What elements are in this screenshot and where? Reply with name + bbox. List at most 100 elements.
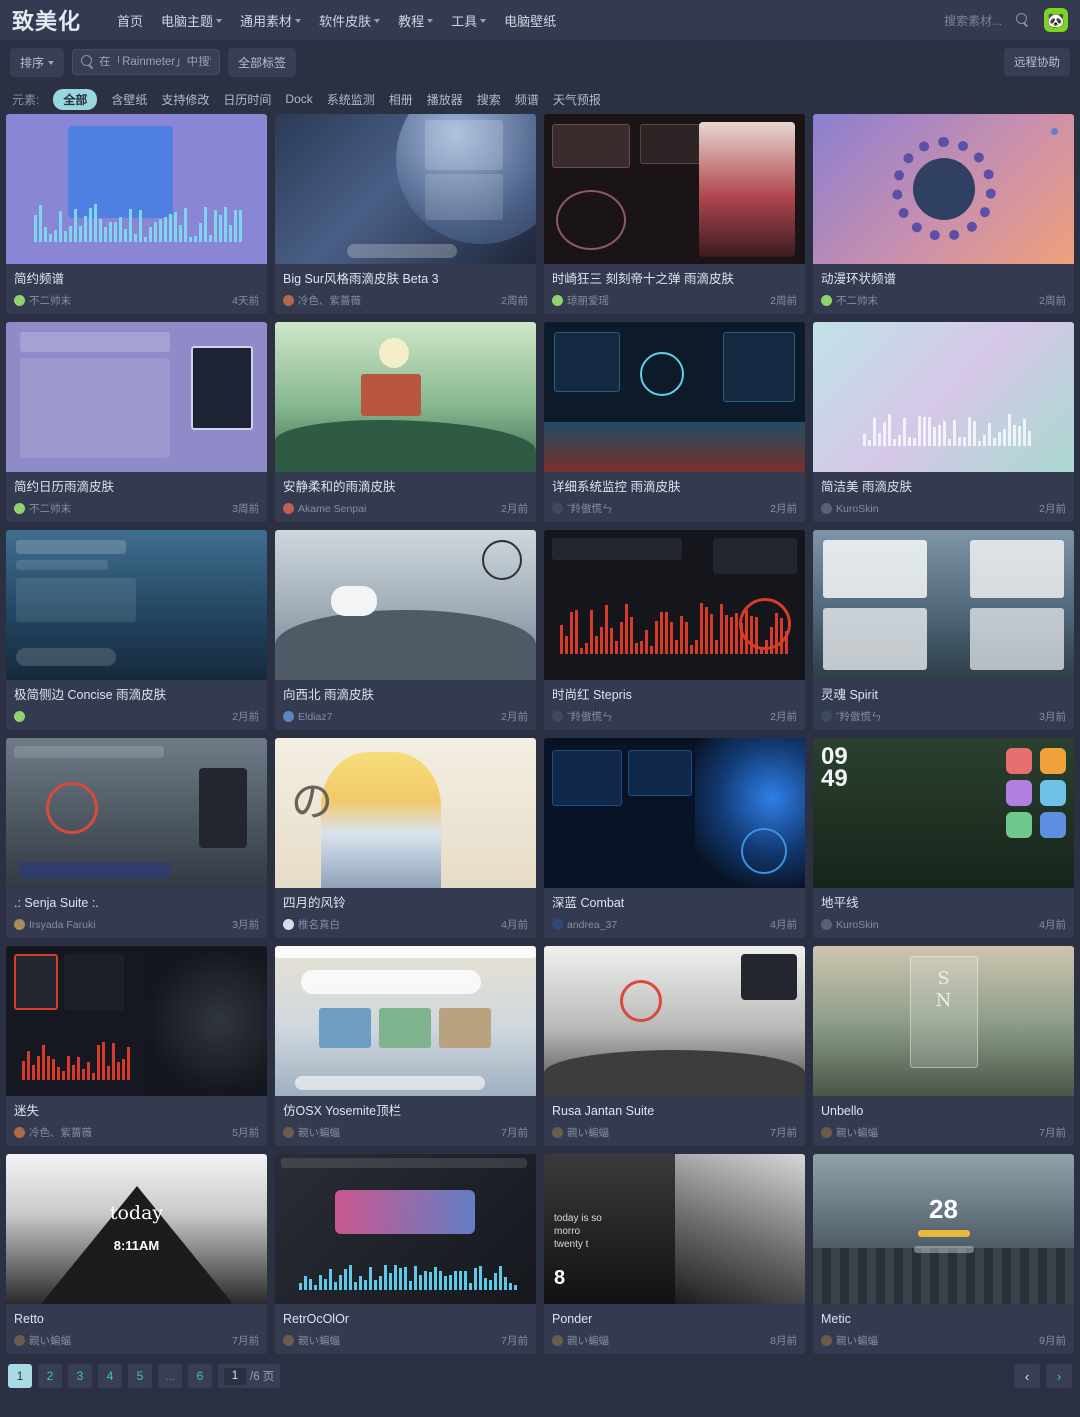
skin-title[interactable]: 地平线 bbox=[821, 895, 1066, 911]
page-button-1[interactable]: 1 bbox=[8, 1364, 32, 1388]
category-search-box[interactable] bbox=[72, 49, 221, 75]
skin-card[interactable]: 向西北 雨滴皮肤 Eldiaz7 2月前 bbox=[275, 530, 536, 730]
skin-title[interactable]: Retto bbox=[14, 1311, 259, 1327]
skin-author[interactable]: andrea_37 bbox=[552, 919, 617, 931]
page-jump-control[interactable]: /6 页 bbox=[218, 1364, 281, 1388]
skin-title[interactable]: Unbello bbox=[821, 1103, 1066, 1119]
skin-author[interactable]: 不二帅末 bbox=[14, 501, 71, 516]
skin-title[interactable]: 深蓝 Combat bbox=[552, 895, 797, 911]
skin-card[interactable]: 动漫环状频谱 不二帅末 2周前 bbox=[813, 114, 1074, 314]
skin-card[interactable]: の四月的风铃 椎名真白 4月前 bbox=[275, 738, 536, 938]
skin-card[interactable]: 仿OSX Yosemite顶栏 親い蝙蝠 7月前 bbox=[275, 946, 536, 1146]
filter-tag-calendar-time[interactable]: 日历时间 bbox=[223, 91, 271, 108]
skin-author[interactable]: 親い蝙蝠 bbox=[821, 1125, 878, 1140]
skin-author[interactable]: 冷色、紫蔷薇 bbox=[14, 1125, 92, 1140]
skin-thumbnail[interactable] bbox=[544, 738, 805, 888]
skin-thumbnail[interactable] bbox=[813, 322, 1074, 472]
skin-author[interactable]: ˇ羚傲慌ㄣ bbox=[552, 501, 613, 516]
filter-tag-weather[interactable]: 天气预报 bbox=[553, 91, 601, 108]
skin-thumbnail[interactable]: の bbox=[275, 738, 536, 888]
skin-author[interactable]: 椎名真白 bbox=[283, 917, 340, 932]
site-logo[interactable]: 致美化 bbox=[12, 4, 81, 36]
skin-author[interactable]: 冷色、紫蔷薇 bbox=[283, 293, 361, 308]
skin-title[interactable]: 简约频谱 bbox=[14, 271, 259, 287]
skin-card[interactable]: .: Senja Suite :. Irsyada Faruki 3月前 bbox=[6, 738, 267, 938]
avatar[interactable]: 🐼 bbox=[1044, 8, 1068, 32]
skin-card[interactable]: S N Unbello 親い蝙蝠 7月前 bbox=[813, 946, 1074, 1146]
skin-title[interactable]: Big Sur风格雨滴皮肤 Beta 3 bbox=[283, 271, 528, 287]
skin-thumbnail[interactable]: today 8:11AM bbox=[6, 1154, 267, 1304]
skin-title[interactable]: 时尚红 Stepris bbox=[552, 687, 797, 703]
nav-item-wallpapers[interactable]: 电脑壁纸 bbox=[504, 11, 556, 30]
skin-thumbnail[interactable] bbox=[275, 946, 536, 1096]
skin-author[interactable]: ˇ羚傲慌ㄣ bbox=[552, 709, 613, 724]
skin-card[interactable]: 安静柔和的雨滴皮肤 Akame Senpai 2月前 bbox=[275, 322, 536, 522]
page-button-4[interactable]: 4 bbox=[98, 1364, 122, 1388]
skin-title[interactable]: 迷失 bbox=[14, 1103, 259, 1119]
prev-page-button[interactable]: ‹ bbox=[1014, 1364, 1040, 1388]
skin-author[interactable]: 親い蝙蝠 bbox=[552, 1125, 609, 1140]
skin-thumbnail[interactable]: 28 bbox=[813, 1154, 1074, 1304]
skin-author[interactable]: 親い蝙蝠 bbox=[821, 1333, 878, 1348]
skin-thumbnail[interactable] bbox=[275, 1154, 536, 1304]
skin-title[interactable]: Metic bbox=[821, 1311, 1066, 1327]
skin-title[interactable]: RetrOcOlOr bbox=[283, 1311, 528, 1327]
skin-card[interactable]: today is so morro twenty t 8 Ponder 親い蝙蝠 8月前 bbox=[544, 1154, 805, 1354]
skin-title[interactable]: Rusa Jantan Suite bbox=[552, 1103, 797, 1119]
page-button-2[interactable]: 2 bbox=[38, 1364, 62, 1388]
skin-author[interactable]: Eldiaz7 bbox=[283, 711, 332, 723]
skin-card[interactable]: 极简侧边 Concise 雨滴皮肤 2月前 bbox=[6, 530, 267, 730]
skin-card[interactable]: 简约日历雨滴皮肤 不二帅末 3周前 bbox=[6, 322, 267, 522]
remote-assistance-button[interactable]: 远程协助 bbox=[1004, 48, 1070, 76]
page-button-3[interactable]: 3 bbox=[68, 1364, 92, 1388]
skin-card[interactable]: 详细系统监控 雨滴皮肤 ˇ羚傲慌ㄣ 2月前 bbox=[544, 322, 805, 522]
skin-thumbnail[interactable] bbox=[544, 114, 805, 264]
skin-thumbnail[interactable] bbox=[544, 530, 805, 680]
skin-title[interactable]: 时崎狂三 刻刻帝十之弹 雨滴皮肤 bbox=[552, 271, 797, 287]
skin-card[interactable]: 灵魂 Spirit ˇ羚傲慌ㄣ 3月前 bbox=[813, 530, 1074, 730]
skin-title[interactable]: 仿OSX Yosemite顶栏 bbox=[283, 1103, 528, 1119]
filter-tag-system-monitor[interactable]: 系统监测 bbox=[327, 91, 375, 108]
sort-button[interactable]: 排序 bbox=[10, 47, 65, 77]
skin-title[interactable]: 安静柔和的雨滴皮肤 bbox=[283, 479, 528, 495]
skin-thumbnail[interactable] bbox=[6, 738, 267, 888]
skin-author[interactable]: KuroSkin bbox=[821, 919, 879, 931]
global-search-placeholder[interactable]: 搜索素材... bbox=[944, 12, 1002, 29]
skin-author[interactable]: Irsyada Faruki bbox=[14, 919, 96, 931]
nav-item-pc-themes[interactable]: 电脑主题 bbox=[161, 11, 223, 30]
page-jump-input[interactable] bbox=[224, 1367, 246, 1385]
skin-title[interactable]: 简约日历雨滴皮肤 bbox=[14, 479, 259, 495]
skin-title[interactable]: 灵魂 Spirit bbox=[821, 687, 1066, 703]
filter-tag-spectrum[interactable]: 频谱 bbox=[515, 91, 539, 108]
skin-title[interactable]: Ponder bbox=[552, 1311, 797, 1327]
skin-card[interactable]: today 8:11AM Retto 親い蝙蝠 7月前 bbox=[6, 1154, 267, 1354]
skin-thumbnail[interactable] bbox=[6, 946, 267, 1096]
skin-card[interactable]: 简约频谱 不二帅末 4天前 bbox=[6, 114, 267, 314]
skin-card[interactable]: 28 Metic 親い蝙蝠 9月前 bbox=[813, 1154, 1074, 1354]
skin-title[interactable]: 四月的风铃 bbox=[283, 895, 528, 911]
nav-item-tutorials[interactable]: 教程 bbox=[398, 11, 434, 30]
skin-card[interactable]: Rusa Jantan Suite 親い蝙蝠 7月前 bbox=[544, 946, 805, 1146]
skin-author[interactable]: ˇ羚傲慌ㄣ bbox=[821, 709, 882, 724]
skin-author[interactable]: 親い蝙蝠 bbox=[283, 1125, 340, 1140]
skin-thumbnail[interactable]: SN bbox=[813, 946, 1074, 1096]
skin-title[interactable]: 极简侧边 Concise 雨滴皮肤 bbox=[14, 687, 259, 703]
filter-tag-all[interactable]: 全部 bbox=[53, 88, 98, 110]
skin-card[interactable]: 简洁美 雨滴皮肤 KuroSkin 2月前 bbox=[813, 322, 1074, 522]
skin-author[interactable]: KuroSkin bbox=[821, 503, 879, 515]
filter-tag-player[interactable]: 播放器 bbox=[427, 91, 463, 108]
skin-author[interactable]: 親い蝙蝠 bbox=[283, 1333, 340, 1348]
skin-thumbnail[interactable] bbox=[544, 322, 805, 472]
page-button-6[interactable]: 6 bbox=[188, 1364, 212, 1388]
skin-thumbnail[interactable] bbox=[544, 946, 805, 1096]
nav-item-general-resources[interactable]: 通用素材 bbox=[240, 11, 302, 30]
skin-author[interactable]: Akame Senpai bbox=[283, 503, 366, 515]
filter-tag-editable[interactable]: 支持修改 bbox=[161, 91, 209, 108]
skin-author[interactable]: 親い蝙蝠 bbox=[552, 1333, 609, 1348]
skin-card[interactable]: 深蓝 Combat andrea_37 4月前 bbox=[544, 738, 805, 938]
skin-title[interactable]: 动漫环状频谱 bbox=[821, 271, 1066, 287]
skin-title[interactable]: 详细系统监控 雨滴皮肤 bbox=[552, 479, 797, 495]
skin-thumbnail[interactable] bbox=[275, 114, 536, 264]
skin-thumbnail[interactable]: 09 49 bbox=[813, 738, 1074, 888]
all-tags-button[interactable]: 全部标签 bbox=[228, 47, 297, 77]
